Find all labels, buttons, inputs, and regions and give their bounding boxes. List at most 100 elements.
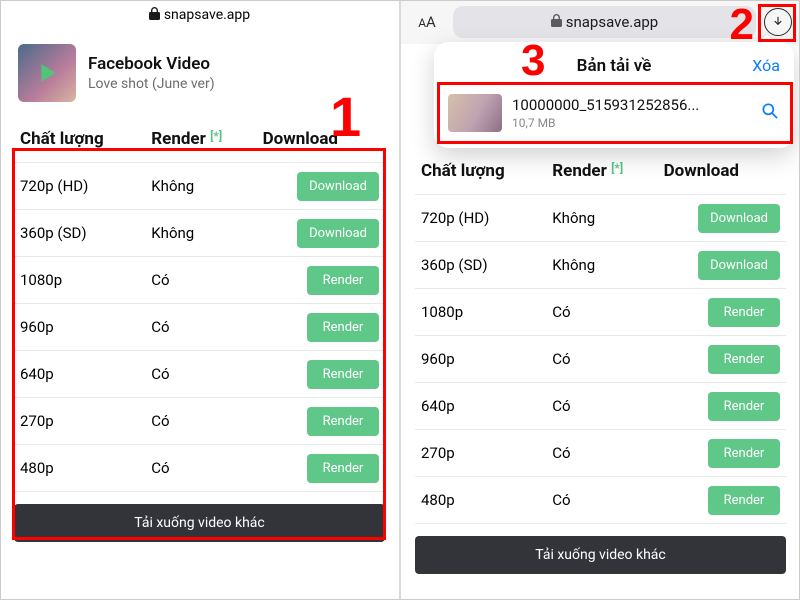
table-body-left: 720p (HD)KhôngDownload 360p (SD)Không Down… xyxy=(14,163,385,492)
video-subtitle: Love shot (June ver) xyxy=(88,76,215,92)
table-row: 640pCóRender xyxy=(14,351,385,398)
cell-render: Có xyxy=(552,397,663,415)
table-row: 480pCó Render xyxy=(14,445,385,492)
video-info: Facebook Video Love shot (June ver) xyxy=(0,30,399,116)
cell-render: Có xyxy=(552,303,663,321)
address-domain: snapsave.app xyxy=(566,13,658,31)
download-other-button[interactable]: Tải xuống video khác xyxy=(415,536,786,574)
cell-quality: 360p (SD) xyxy=(415,256,552,274)
download-button[interactable]: Download xyxy=(297,172,379,201)
lock-icon xyxy=(149,7,160,24)
download-button[interactable]: Download xyxy=(698,204,780,233)
download-other-button[interactable]: Tải xuống video khác xyxy=(14,504,385,542)
cell-render: Không xyxy=(552,256,663,274)
cell-render: Có xyxy=(151,412,262,430)
table-row: 480pCó Render xyxy=(415,477,786,524)
quality-table: Chất lượng Render [*] Download 720p (HD)… xyxy=(14,116,385,492)
render-button[interactable]: Render xyxy=(708,392,780,421)
downloads-clear-button[interactable]: Xóa xyxy=(752,56,780,75)
download-button[interactable]: Download xyxy=(297,219,379,248)
panel-step2: AA snapsave.app Chất lượng Render [*] Do… xyxy=(401,0,800,600)
cell-quality: 960p xyxy=(14,318,151,336)
cell-quality: 480p xyxy=(415,491,552,509)
cell-render: Có xyxy=(552,444,663,462)
table-header: Chất lượng Render [*] Download xyxy=(14,116,385,163)
table-body-right: 720p (HD)KhôngDownload360p (SD)KhôngDown… xyxy=(415,195,786,524)
cell-render: Không xyxy=(552,209,663,227)
cell-quality: 960p xyxy=(415,350,552,368)
cell-quality: 1080p xyxy=(14,271,151,289)
cell-action: Render xyxy=(664,345,786,374)
table-row: 640pCó Render xyxy=(415,383,786,430)
render-button[interactable]: Render xyxy=(307,313,379,342)
table-row: 960pCó Render xyxy=(14,304,385,351)
cell-action: Render xyxy=(263,454,385,483)
cell-render: Có xyxy=(151,318,262,336)
cell-action: Render xyxy=(664,486,786,515)
video-thumbnail xyxy=(18,44,76,102)
cell-quality: 720p (HD) xyxy=(14,177,151,195)
download-item-size: 10,7 MB xyxy=(512,116,750,130)
cell-render: Không xyxy=(151,224,262,242)
cell-render: Có xyxy=(552,350,663,368)
download-item[interactable]: 10000000_515931252856... 10,7 MB xyxy=(434,86,794,140)
render-button[interactable]: Render xyxy=(708,298,780,327)
cell-action: Render xyxy=(664,298,786,327)
table-row: 270pCó Render xyxy=(415,430,786,477)
browser-toolbar-right: AA snapsave.app xyxy=(401,0,800,44)
cell-action: Download xyxy=(263,172,385,201)
cell-quality: 480p xyxy=(14,459,151,477)
video-title: Facebook Video xyxy=(88,54,215,74)
cell-render: Có xyxy=(151,459,262,477)
magnifier-icon[interactable] xyxy=(760,101,780,125)
cell-action: Render xyxy=(263,313,385,342)
text-size-button[interactable]: AA xyxy=(409,13,445,31)
cell-action: Download xyxy=(263,219,385,248)
downloads-button[interactable] xyxy=(764,8,792,36)
table-row: 720p (HD)KhôngDownload xyxy=(14,163,385,210)
cell-action: Download xyxy=(664,251,786,280)
address-domain: snapsave.app xyxy=(164,7,250,23)
table-row: 1080pCó Render xyxy=(14,257,385,304)
cell-quality: 270p xyxy=(415,444,552,462)
address-pill[interactable]: snapsave.app xyxy=(453,6,756,38)
cell-action: Render xyxy=(263,407,385,436)
download-item-name: 10000000_515931252856... xyxy=(512,96,750,114)
download-button[interactable]: Download xyxy=(698,251,780,280)
th-quality: Chất lượng xyxy=(14,129,151,149)
table-row: 720p (HD)Không Download xyxy=(415,195,786,242)
render-button[interactable]: Render xyxy=(307,407,379,436)
render-button[interactable]: Render xyxy=(307,360,379,389)
th-render: Render [*] xyxy=(151,129,262,149)
render-button[interactable]: Render xyxy=(307,266,379,295)
cell-quality: 640p xyxy=(14,365,151,383)
cell-render: Có xyxy=(151,271,262,289)
address-bar-left: snapsave.app xyxy=(0,0,399,30)
cell-action: Render xyxy=(263,266,385,295)
table-row: 270pCó Render xyxy=(14,398,385,445)
cell-quality: 360p (SD) xyxy=(14,224,151,242)
cell-quality: 270p xyxy=(14,412,151,430)
cell-quality: 640p xyxy=(415,397,552,415)
th-download: Download xyxy=(664,161,786,181)
th-download: Download xyxy=(263,129,385,149)
cell-action: Render xyxy=(263,360,385,389)
table-row: 360p (SD)Không Download xyxy=(14,210,385,257)
downloads-title: Bản tải về xyxy=(577,56,652,76)
cell-quality: 1080p xyxy=(415,303,552,321)
render-button[interactable]: Render xyxy=(708,439,780,468)
render-button[interactable]: Render xyxy=(708,486,780,515)
download-item-thumb xyxy=(448,94,502,132)
cell-action: Render xyxy=(664,439,786,468)
th-render: Render [*] xyxy=(552,161,663,181)
cell-quality: 720p (HD) xyxy=(415,209,552,227)
downloads-popover: Bản tải về Xóa 10000000_515931252856... … xyxy=(434,42,794,148)
cell-action: Download xyxy=(664,204,786,233)
cell-render: Có xyxy=(552,491,663,509)
panel-step1: snapsave.app Facebook Video Love shot (J… xyxy=(0,0,399,600)
render-button[interactable]: Render xyxy=(307,454,379,483)
quality-table: Chất lượng Render [*] Download 720p (HD)… xyxy=(415,148,786,524)
table-row: 960pCó Render xyxy=(415,336,786,383)
render-button[interactable]: Render xyxy=(708,345,780,374)
lock-icon xyxy=(551,13,562,31)
